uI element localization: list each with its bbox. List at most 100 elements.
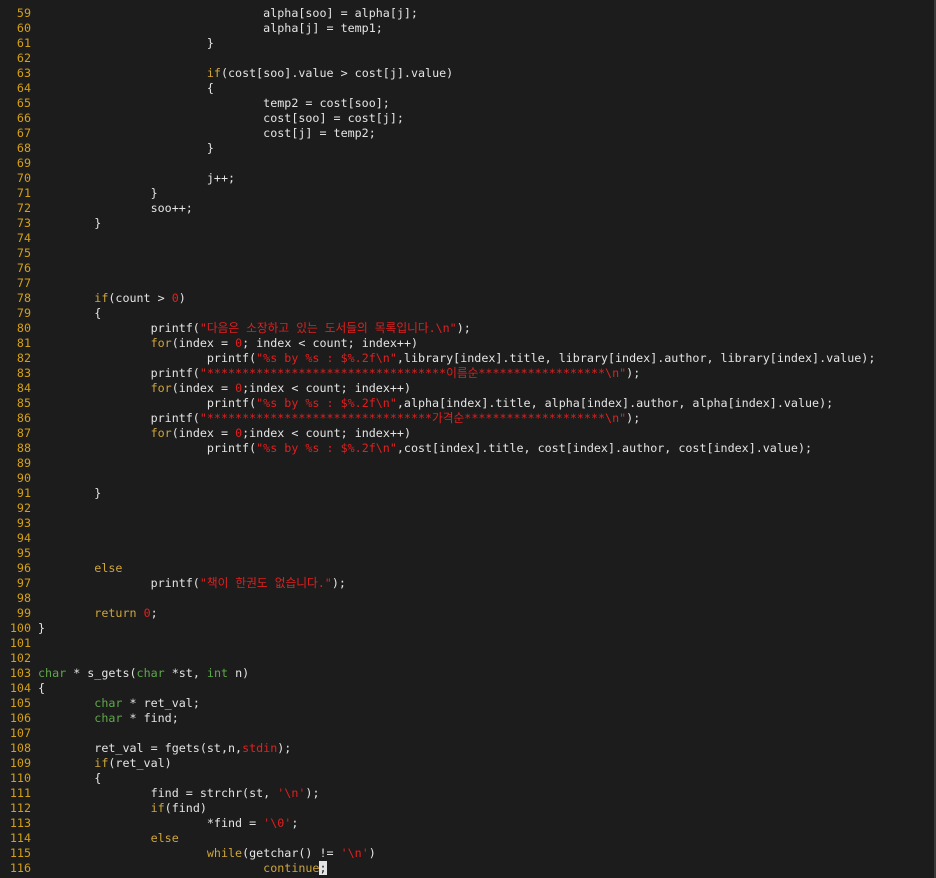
code-line[interactable]: 98 [0, 591, 936, 606]
line-code[interactable]: printf("%s by %s : $%.2f\n",alpha[index]… [38, 396, 833, 411]
line-code[interactable]: return 0; [38, 606, 157, 621]
code-line[interactable]: 82 printf("%s by %s : $%.2f\n",library[i… [0, 351, 936, 366]
code-line[interactable]: 113 *find = '\0'; [0, 816, 936, 831]
line-code[interactable]: { [38, 681, 45, 696]
line-code[interactable]: if(count > 0) [38, 291, 186, 306]
code-line[interactable]: 60 alpha[j] = temp1; [0, 21, 936, 36]
line-code[interactable]: *find = '\0'; [38, 816, 299, 831]
line-code[interactable]: for(index = 0; index < count; index++) [38, 336, 418, 351]
code-line[interactable]: 70 j++; [0, 171, 936, 186]
code-line[interactable]: 62 [0, 51, 936, 66]
code-line[interactable]: 106 char * find; [0, 711, 936, 726]
code-line[interactable]: 89 [0, 456, 936, 471]
line-code[interactable]: else [38, 831, 179, 846]
code-editor[interactable]: 59 alpha[soo] = alpha[j]; 60 alpha[j] = t… [0, 0, 936, 878]
code-line[interactable]: 66 cost[soo] = cost[j]; [0, 111, 936, 126]
code-line[interactable]: 101 [0, 636, 936, 651]
code-line[interactable]: 65 temp2 = cost[soo]; [0, 96, 936, 111]
code-line[interactable]: 78 if(count > 0) [0, 291, 936, 306]
code-line[interactable]: 102 [0, 651, 936, 666]
line-code[interactable]: ret_val = fgets(st,n,stdin); [38, 741, 291, 756]
code-line[interactable]: 116 continue; [0, 861, 936, 876]
line-code[interactable]: if(ret_val) [38, 756, 171, 771]
line-code[interactable]: char * ret_val; [38, 696, 200, 711]
code-line[interactable]: 79 { [0, 306, 936, 321]
line-code[interactable]: else [38, 561, 122, 576]
code-line[interactable]: 64 { [0, 81, 936, 96]
line-code[interactable]: printf("********************************… [38, 366, 641, 381]
line-code[interactable]: temp2 = cost[soo]; [38, 96, 390, 111]
line-code[interactable]: } [38, 141, 214, 156]
line-code[interactable]: } [38, 621, 45, 636]
code-line[interactable]: 107 [0, 726, 936, 741]
line-code[interactable]: for(index = 0;index < count; index++) [38, 426, 411, 441]
line-code[interactable]: { [38, 771, 101, 786]
code-line[interactable]: 69 [0, 156, 936, 171]
code-line[interactable]: 67 cost[j] = temp2; [0, 126, 936, 141]
code-line[interactable]: 104 { [0, 681, 936, 696]
code-line[interactable]: 73 } [0, 216, 936, 231]
line-code[interactable]: if(find) [38, 801, 207, 816]
line-code[interactable]: { [38, 81, 214, 96]
code-line[interactable]: 103 char * s_gets(char *st, int n) [0, 666, 936, 681]
line-code[interactable]: cost[j] = temp2; [38, 126, 376, 141]
code-line[interactable]: 63 if(cost[soo].value > cost[j].value) [0, 66, 936, 81]
line-code[interactable]: } [38, 216, 101, 231]
code-line[interactable]: 100} [0, 621, 936, 636]
line-code[interactable]: if(cost[soo].value > cost[j].value) [38, 66, 453, 81]
code-line[interactable]: 95 [0, 546, 936, 561]
code-line[interactable]: 105 char * ret_val; [0, 696, 936, 711]
code-line[interactable]: 114 else [0, 831, 936, 846]
line-code[interactable]: while(getchar() != '\n') [38, 846, 376, 861]
line-code[interactable]: printf("%s by %s : $%.2f\n",library[inde… [38, 351, 875, 366]
code-line[interactable]: 85 printf("%s by %s : $%.2f\n",alpha[ind… [0, 396, 936, 411]
line-code[interactable]: char * find; [38, 711, 178, 726]
code-line[interactable]: 87 for(index = 0;index < count; index++) [0, 426, 936, 441]
line-code[interactable]: printf("책이 한권도 없습니다."); [38, 576, 346, 591]
code-line[interactable]: 97 printf("책이 한권도 없습니다."); [0, 576, 936, 591]
code-line[interactable]: 111 find = strchr(st, '\n'); [0, 786, 936, 801]
line-code[interactable]: { [38, 306, 101, 321]
line-code[interactable]: char * s_gets(char *st, int n) [38, 666, 249, 681]
code-line[interactable]: 99 return 0; [0, 606, 936, 621]
code-line[interactable]: 91 } [0, 486, 936, 501]
code-line[interactable]: 108 ret_val = fgets(st,n,stdin); [0, 741, 936, 756]
line-code[interactable]: printf("%s by %s : $%.2f\n",cost[index].… [38, 441, 812, 456]
code-line[interactable]: 112 if(find) [0, 801, 936, 816]
code-line[interactable]: 92 [0, 501, 936, 516]
line-code[interactable]: alpha[j] = temp1; [38, 21, 383, 36]
line-code[interactable]: } [38, 186, 158, 201]
line-code[interactable]: continue; [38, 861, 327, 876]
code-line[interactable]: 74 [0, 231, 936, 246]
code-line[interactable]: 59 alpha[soo] = alpha[j]; [0, 6, 936, 21]
code-line[interactable]: 77 [0, 276, 936, 291]
line-code[interactable]: find = strchr(st, '\n'); [38, 786, 320, 801]
code-line[interactable]: 90 [0, 471, 936, 486]
code-line[interactable]: 96 else [0, 561, 936, 576]
line-code[interactable]: cost[soo] = cost[j]; [38, 111, 404, 126]
code-line[interactable]: 71 } [0, 186, 936, 201]
code-line[interactable]: 86 printf("*****************************… [0, 411, 936, 426]
code-line[interactable]: 68 } [0, 141, 936, 156]
line-code[interactable]: } [38, 486, 101, 501]
code-line[interactable]: 83 printf("*****************************… [0, 366, 936, 381]
line-code[interactable]: for(index = 0;index < count; index++) [38, 381, 411, 396]
line-code[interactable]: } [38, 36, 214, 51]
line-code[interactable]: printf("다음은 소장하고 있는 도서들의 목록입니다.\n"); [38, 321, 471, 336]
code-line[interactable]: 93 [0, 516, 936, 531]
code-line[interactable]: 80 printf("다음은 소장하고 있는 도서들의 목록입니다.\n"); [0, 321, 936, 336]
code-line[interactable]: 110 { [0, 771, 936, 786]
line-code[interactable]: j++; [38, 171, 235, 186]
code-line[interactable]: 84 for(index = 0;index < count; index++) [0, 381, 936, 396]
code-line[interactable]: 76 [0, 261, 936, 276]
line-code[interactable]: soo++; [38, 201, 193, 216]
code-line[interactable]: 81 for(index = 0; index < count; index++… [0, 336, 936, 351]
code-line[interactable]: 75 [0, 246, 936, 261]
code-line[interactable]: 88 printf("%s by %s : $%.2f\n",cost[inde… [0, 441, 936, 456]
code-line[interactable]: 115 while(getchar() != '\n') [0, 846, 936, 861]
code-line[interactable]: 109 if(ret_val) [0, 756, 936, 771]
code-line[interactable]: 94 [0, 531, 936, 546]
code-line[interactable]: 61 } [0, 36, 936, 51]
line-code[interactable]: printf("********************************… [38, 411, 641, 426]
line-code[interactable]: alpha[soo] = alpha[j]; [38, 6, 418, 21]
